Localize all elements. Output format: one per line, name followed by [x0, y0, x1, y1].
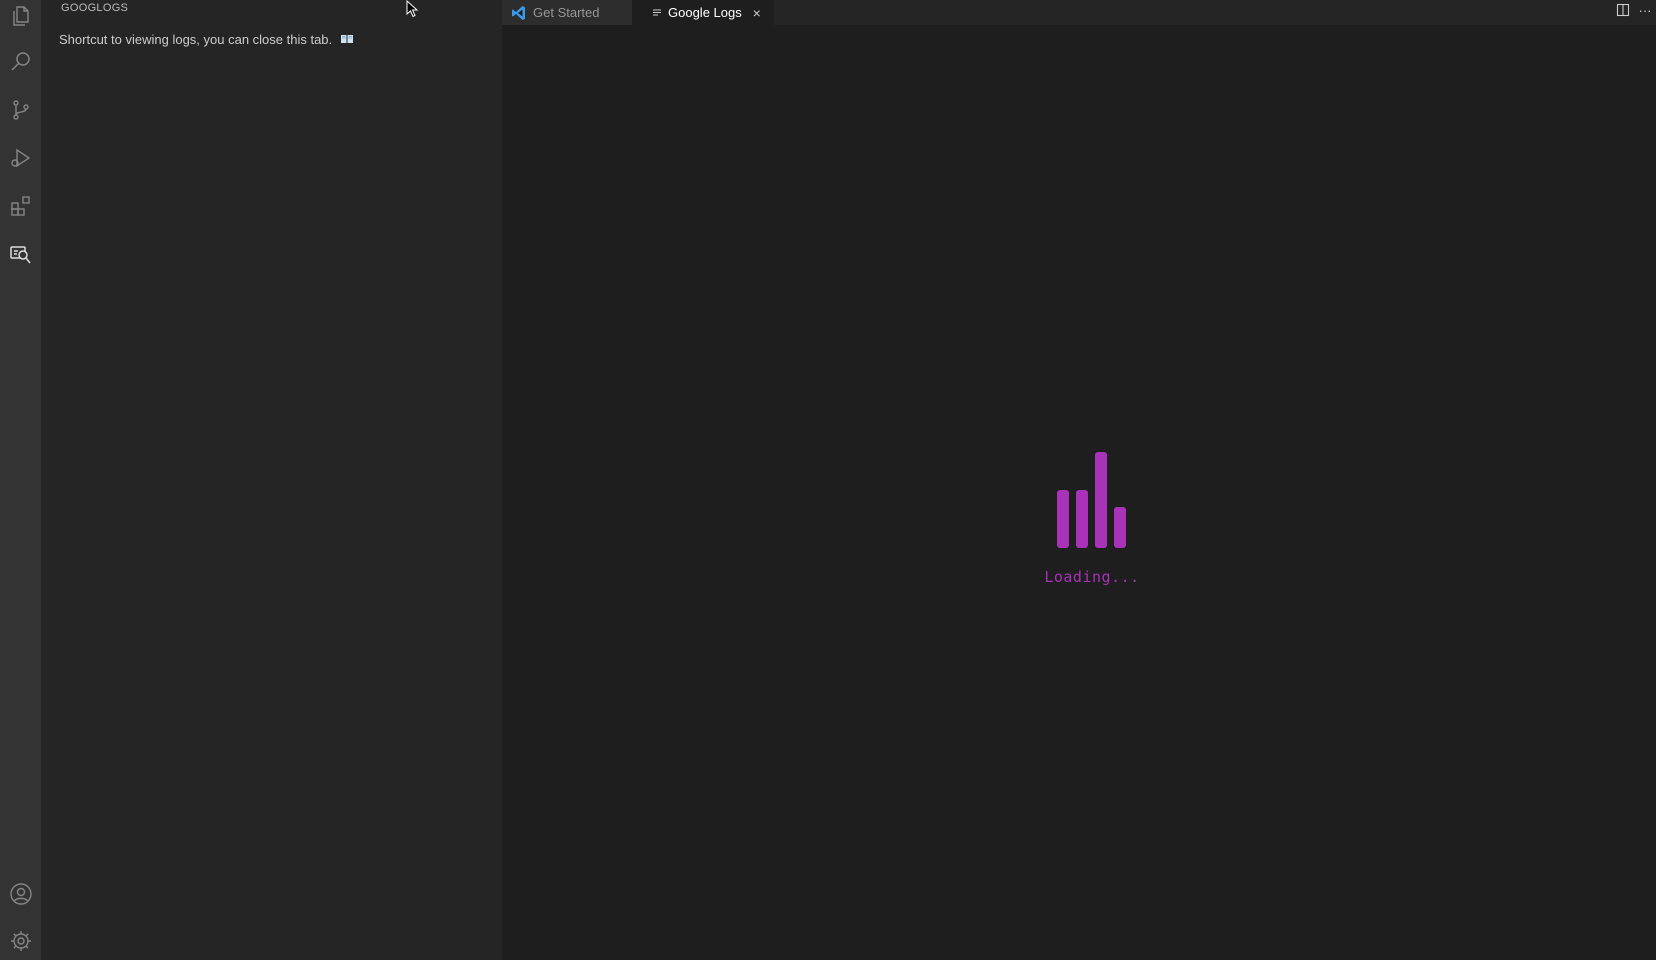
tab-label: Get Started	[533, 5, 600, 20]
account-button[interactable]	[0, 874, 41, 914]
loading-indicator: Loading...	[1037, 450, 1147, 586]
loading-bar	[1095, 452, 1107, 548]
google-logs-icon	[9, 246, 31, 264]
sidebar-message-row: Shortcut to viewing logs, you can close …	[59, 32, 353, 47]
split-editor-icon	[1616, 3, 1630, 17]
tab-google-logs[interactable]: Google Logs ×	[632, 0, 774, 25]
tab-bar: Get Started Google Logs ×	[502, 0, 1656, 25]
extensions-button[interactable]	[0, 186, 41, 226]
settings-gear-icon	[10, 931, 31, 951]
files-icon	[12, 6, 29, 26]
search-button[interactable]	[0, 42, 41, 82]
editor-area: Get Started Google Logs × ··· Loading...	[502, 0, 1656, 960]
extensions-icon	[10, 196, 30, 216]
close-tab-button[interactable]: ×	[750, 5, 764, 21]
loading-bar	[1114, 507, 1126, 548]
document-icon	[653, 8, 661, 16]
more-actions-button[interactable]: ···	[1634, 1, 1656, 19]
source-control-button[interactable]	[0, 90, 41, 130]
mouse-cursor-icon	[406, 0, 419, 18]
settings-button[interactable]	[0, 921, 41, 960]
vscode-window: GOOGLOGS Shortcut to viewing logs, you c…	[0, 0, 1656, 960]
google-logs-webview: Loading...	[502, 25, 1656, 960]
source-control-icon	[12, 100, 29, 120]
loading-text: Loading...	[1044, 568, 1140, 586]
sidebar-message: Shortcut to viewing logs, you can close …	[59, 32, 333, 47]
explorer-button[interactable]	[0, 0, 41, 36]
loading-bar	[1057, 490, 1069, 548]
google-logs-button[interactable]	[0, 234, 41, 274]
run-debug-button[interactable]	[0, 138, 41, 178]
run-debug-icon	[10, 148, 30, 168]
vscode-icon	[512, 5, 525, 20]
editor-actions: ···	[1612, 0, 1656, 20]
sidebar-panel: GOOGLOGS Shortcut to viewing logs, you c…	[41, 0, 502, 960]
split-editor-button[interactable]	[1612, 1, 1634, 19]
activity-bar	[0, 0, 41, 960]
loading-bar	[1076, 490, 1088, 548]
book-icon	[340, 35, 353, 43]
tab-get-started[interactable]: Get Started	[502, 0, 632, 25]
search-icon	[10, 52, 30, 71]
account-icon	[9, 883, 32, 905]
sidebar-title: GOOGLOGS	[61, 2, 129, 14]
loading-bars-icon	[1057, 450, 1127, 548]
more-actions-icon: ···	[1638, 2, 1652, 18]
tab-label: Google Logs	[668, 5, 742, 20]
